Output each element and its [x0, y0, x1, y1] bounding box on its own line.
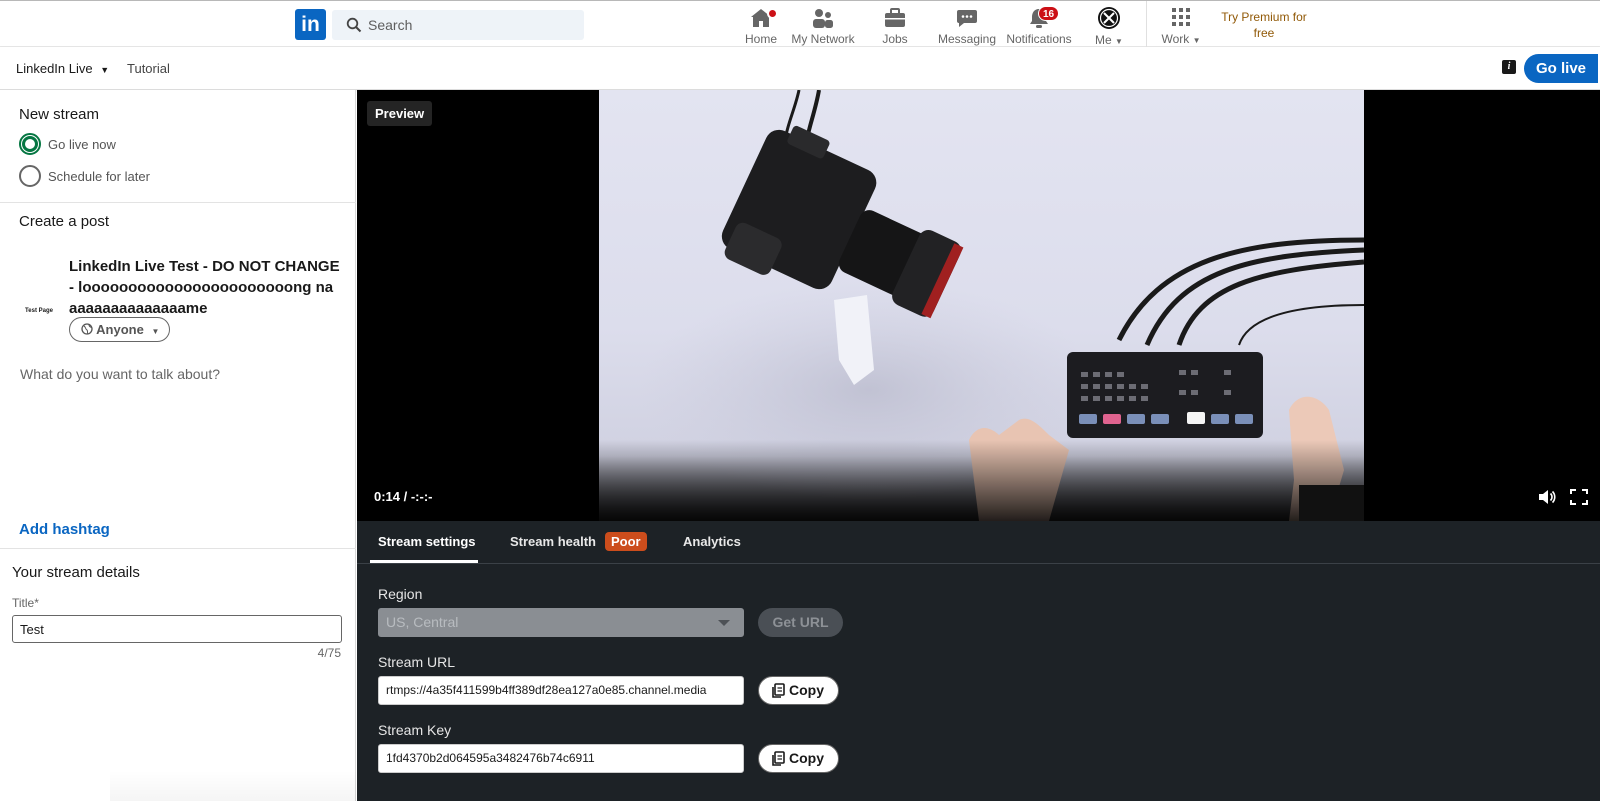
caret-down-icon: ▼ — [151, 327, 160, 336]
add-hashtag-button[interactable]: Add hashtag — [19, 521, 110, 538]
region-value: US, Central — [386, 614, 459, 630]
chevron-down-icon: ▼ — [1192, 36, 1201, 45]
get-url-button[interactable]: Get URL — [758, 608, 843, 637]
copy-url-button[interactable]: Copy — [758, 676, 839, 705]
tab-stream-settings[interactable]: Stream settings — [378, 534, 476, 549]
notification-count-badge: 16 — [1038, 6, 1060, 21]
live-subnav: LinkedIn Live ▼ Tutorial i Go live — [0, 47, 1600, 90]
linkedin-logo[interactable]: in — [295, 9, 326, 40]
copy-label: Copy — [789, 682, 824, 698]
search-icon — [346, 17, 362, 33]
linkedin-live-label: LinkedIn Live — [16, 61, 93, 76]
top-navigation-bar: in Home My Network Jobs Messaging 16 Not… — [0, 0, 1600, 47]
nav-work[interactable]: Work ▼ — [1160, 5, 1202, 46]
page-avatar: Test Page — [25, 308, 53, 314]
visibility-label: Anyone — [96, 322, 144, 337]
region-label: Region — [378, 586, 423, 602]
title-input[interactable] — [12, 615, 342, 643]
nav-notifications-label: Notifications — [1006, 32, 1072, 46]
copy-icon — [772, 683, 785, 698]
copy-icon — [772, 751, 785, 766]
copy-key-button[interactable]: Copy — [758, 744, 839, 773]
search-box[interactable] — [332, 10, 584, 40]
go-live-button[interactable]: Go live — [1524, 54, 1598, 83]
try-premium-link[interactable]: Try Premium for free — [1211, 9, 1317, 41]
scroll-shadow — [110, 770, 356, 801]
home-notification-dot — [767, 8, 778, 19]
post-author-name: LinkedIn Live Test - DO NOT CHANGE - loo… — [69, 258, 340, 317]
tabs-divider — [357, 563, 1600, 564]
stream-url-label: Stream URL — [378, 654, 456, 670]
nav-jobs[interactable]: Jobs — [870, 5, 920, 46]
nav-work-text: Work — [1161, 32, 1190, 46]
nav-my-network-label: My Network — [791, 32, 855, 46]
go-live-now-radio[interactable] — [19, 133, 41, 155]
stream-details-heading: Your stream details — [12, 564, 140, 581]
fullscreen-icon[interactable] — [1569, 488, 1589, 506]
left-panel: New stream Go live now Schedule for late… — [0, 90, 356, 801]
video-preview[interactable]: Preview 0:14 / -:-:- — [357, 90, 1600, 521]
nav-jobs-label: Jobs — [882, 32, 908, 46]
tutorial-link[interactable]: Tutorial — [127, 61, 170, 76]
people-icon — [813, 9, 833, 28]
post-text-input[interactable] — [20, 366, 340, 496]
region-select[interactable]: US, Central — [378, 608, 744, 637]
camera-feed-illustration — [599, 90, 1364, 521]
nav-my-network[interactable]: My Network — [790, 5, 856, 46]
avatar-icon — [1098, 7, 1120, 29]
nav-home[interactable]: Home — [736, 5, 786, 46]
preview-label: Preview — [367, 101, 433, 126]
search-input[interactable] — [368, 10, 578, 40]
copy-label: Copy — [789, 750, 824, 766]
visibility-dropdown[interactable]: Anyone ▼ — [69, 317, 171, 342]
nav-me-label: Me ▼ — [1088, 33, 1130, 47]
linkedin-live-dropdown[interactable]: LinkedIn Live ▼ — [16, 61, 109, 76]
divider — [0, 202, 356, 203]
stream-key-label: Stream Key — [378, 722, 452, 738]
chat-icon — [957, 10, 977, 27]
stream-key-field[interactable]: 1fd4370b2d064595a3482476b74c6911 — [378, 744, 744, 773]
title-char-count: 4/75 — [317, 646, 341, 660]
video-timecode: 0:14 / -:-:- — [374, 489, 433, 504]
stream-panel: Stream settings Stream health Poor Analy… — [357, 521, 1600, 801]
tab-analytics[interactable]: Analytics — [683, 534, 741, 549]
nav-messaging-label: Messaging — [937, 32, 997, 46]
nav-me-text: Me — [1095, 33, 1112, 47]
chevron-down-icon: ▼ — [1115, 37, 1123, 46]
briefcase-icon — [885, 8, 905, 27]
new-stream-heading: New stream — [19, 106, 100, 123]
caret-down-icon — [718, 620, 730, 626]
stream-health-status-badge: Poor — [605, 532, 647, 551]
nav-home-label: Home — [744, 32, 777, 46]
nav-messaging[interactable]: Messaging — [936, 5, 998, 46]
info-icon[interactable]: i — [1502, 60, 1516, 74]
go-live-now-label: Go live now — [48, 137, 116, 152]
grid-icon — [1172, 8, 1190, 26]
volume-icon[interactable] — [1537, 488, 1557, 506]
nav-me[interactable]: Me ▼ — [1088, 5, 1130, 47]
chevron-down-icon: ▼ — [100, 65, 110, 75]
nav-notifications[interactable]: 16 Notifications — [1004, 5, 1074, 46]
create-post-heading: Create a post — [19, 213, 110, 230]
tab-stream-health[interactable]: Stream health — [510, 534, 596, 549]
schedule-later-radio[interactable] — [19, 165, 41, 187]
schedule-later-label: Schedule for later — [48, 169, 150, 184]
camera-feed-image — [599, 90, 1364, 521]
globe-icon — [81, 323, 93, 335]
title-label: Title* — [12, 596, 39, 610]
stream-url-field[interactable]: rtmps://4a35f411599b4ff389df28ea127a0e85… — [378, 676, 744, 705]
nav-work-label: Work ▼ — [1160, 32, 1202, 46]
divider — [0, 548, 356, 549]
nav-divider — [1146, 1, 1147, 47]
